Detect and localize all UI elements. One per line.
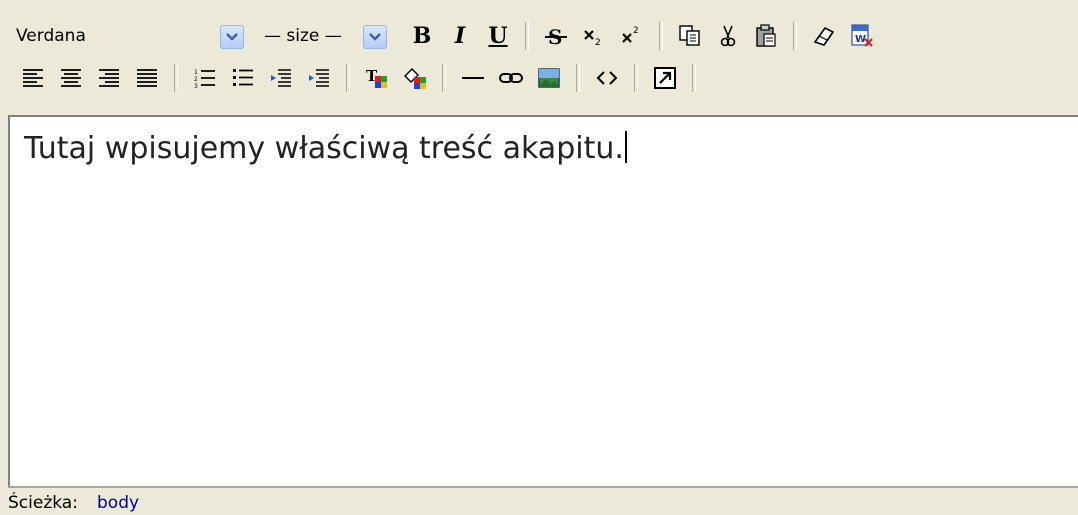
ordered-list-button[interactable]: 123 — [190, 63, 220, 93]
editor-content-area[interactable]: Tutaj wpisujemy właściwą treść akapitu. — [8, 115, 1078, 487]
link-icon — [499, 73, 523, 83]
indent-button[interactable] — [304, 63, 334, 93]
toolbar-separator — [692, 64, 696, 92]
align-center-button[interactable] — [56, 63, 86, 93]
chevron-down-icon[interactable] — [363, 25, 387, 49]
path-link-body[interactable]: body — [97, 493, 139, 513]
unordered-list-button[interactable] — [228, 63, 258, 93]
font-family-value: Verdana — [16, 26, 86, 46]
italic-button[interactable]: I — [445, 21, 475, 51]
paste-icon — [756, 24, 776, 47]
underline-label: U — [488, 23, 508, 49]
code-icon — [596, 71, 618, 85]
subscript-icon: 2 — [584, 30, 601, 48]
indent-icon — [309, 69, 329, 87]
background-color-button[interactable] — [400, 63, 430, 93]
cut-button[interactable] — [713, 21, 743, 51]
align-justify-icon — [137, 69, 157, 87]
toolbar-separator — [442, 64, 446, 92]
toolbar-separator — [634, 64, 638, 92]
toolbar-row-2: 123 T — [14, 58, 704, 98]
image-icon — [538, 68, 560, 88]
editor-toolbar: Verdana — size — B I U S 2 2 W 1 2 3 T — [0, 0, 1078, 112]
font-size-value: — size — — [264, 26, 342, 46]
align-center-icon — [61, 69, 81, 87]
paste-from-word-button[interactable]: W — [847, 21, 877, 51]
rich-text-editor: Verdana — size — B I U S 2 2 W 1 2 3 T T… — [0, 0, 1078, 515]
underline-button[interactable]: U — [483, 21, 513, 51]
svg-text:1: 1 — [194, 69, 198, 76]
copy-icon — [679, 25, 700, 46]
superscript-button[interactable]: 2 — [617, 21, 647, 51]
align-right-button[interactable] — [94, 63, 124, 93]
outdent-button[interactable] — [266, 63, 296, 93]
status-bar: Ścieżka: body — [0, 489, 1078, 515]
html-source-button[interactable] — [592, 63, 622, 93]
justify-button[interactable] — [132, 63, 162, 93]
font-family-select[interactable]: Verdana — [14, 21, 244, 51]
chevron-down-icon[interactable] — [220, 25, 244, 49]
maximize-icon — [654, 67, 676, 89]
toolbar-separator — [659, 22, 663, 50]
insert-image-button[interactable] — [534, 63, 564, 93]
strikethrough-button[interactable]: S — [541, 21, 571, 51]
bold-button[interactable]: B — [407, 21, 437, 51]
bullet-list-icon — [233, 69, 253, 86]
font-size-select[interactable]: — size — — [262, 21, 387, 51]
italic-label: I — [454, 23, 466, 49]
toolbar-separator — [525, 22, 529, 50]
eraser-icon — [813, 26, 835, 46]
remove-format-button[interactable] — [809, 21, 839, 51]
text-caret — [624, 131, 627, 163]
scissors-icon — [720, 25, 736, 47]
horizontal-rule-icon — [462, 77, 484, 79]
strikethrough-icon: S — [545, 25, 567, 49]
superscript-icon: 2 — [622, 26, 639, 43]
word-document-icon: W — [851, 24, 873, 47]
fullscreen-button[interactable] — [650, 63, 680, 93]
svg-text:2: 2 — [595, 38, 601, 48]
path-label: Ścieżka: — [8, 493, 78, 513]
text-color-button[interactable]: T — [362, 63, 392, 93]
numbered-list-icon: 123 — [194, 69, 215, 90]
paint-bucket-icon — [404, 68, 426, 89]
svg-text:W: W — [855, 34, 866, 45]
toolbar-separator — [576, 64, 580, 92]
copy-button[interactable] — [675, 21, 705, 51]
toolbar-separator — [346, 64, 350, 92]
paste-button[interactable] — [751, 21, 781, 51]
svg-text:3: 3 — [194, 83, 198, 90]
bold-label: B — [412, 23, 432, 49]
content-border — [8, 486, 1078, 488]
align-right-icon — [99, 69, 119, 87]
svg-text:2: 2 — [633, 26, 639, 36]
outdent-icon — [271, 69, 291, 87]
paragraph-text: Tutaj wpisujemy właściwą treść akapitu. — [24, 131, 624, 166]
subscript-button[interactable]: 2 — [579, 21, 609, 51]
toolbar-row-1: Verdana — size — B I U S 2 2 W — [14, 16, 881, 56]
toolbar-separator — [793, 22, 797, 50]
paragraph: Tutaj wpisujemy właściwą treść akapitu. — [24, 131, 627, 166]
svg-text:2: 2 — [194, 76, 198, 83]
text-color-icon: T — [366, 67, 387, 88]
align-left-button[interactable] — [18, 63, 48, 93]
align-left-icon — [23, 69, 43, 87]
horizontal-rule-button[interactable] — [458, 63, 488, 93]
toolbar-separator — [174, 64, 178, 92]
insert-link-button[interactable] — [496, 63, 526, 93]
